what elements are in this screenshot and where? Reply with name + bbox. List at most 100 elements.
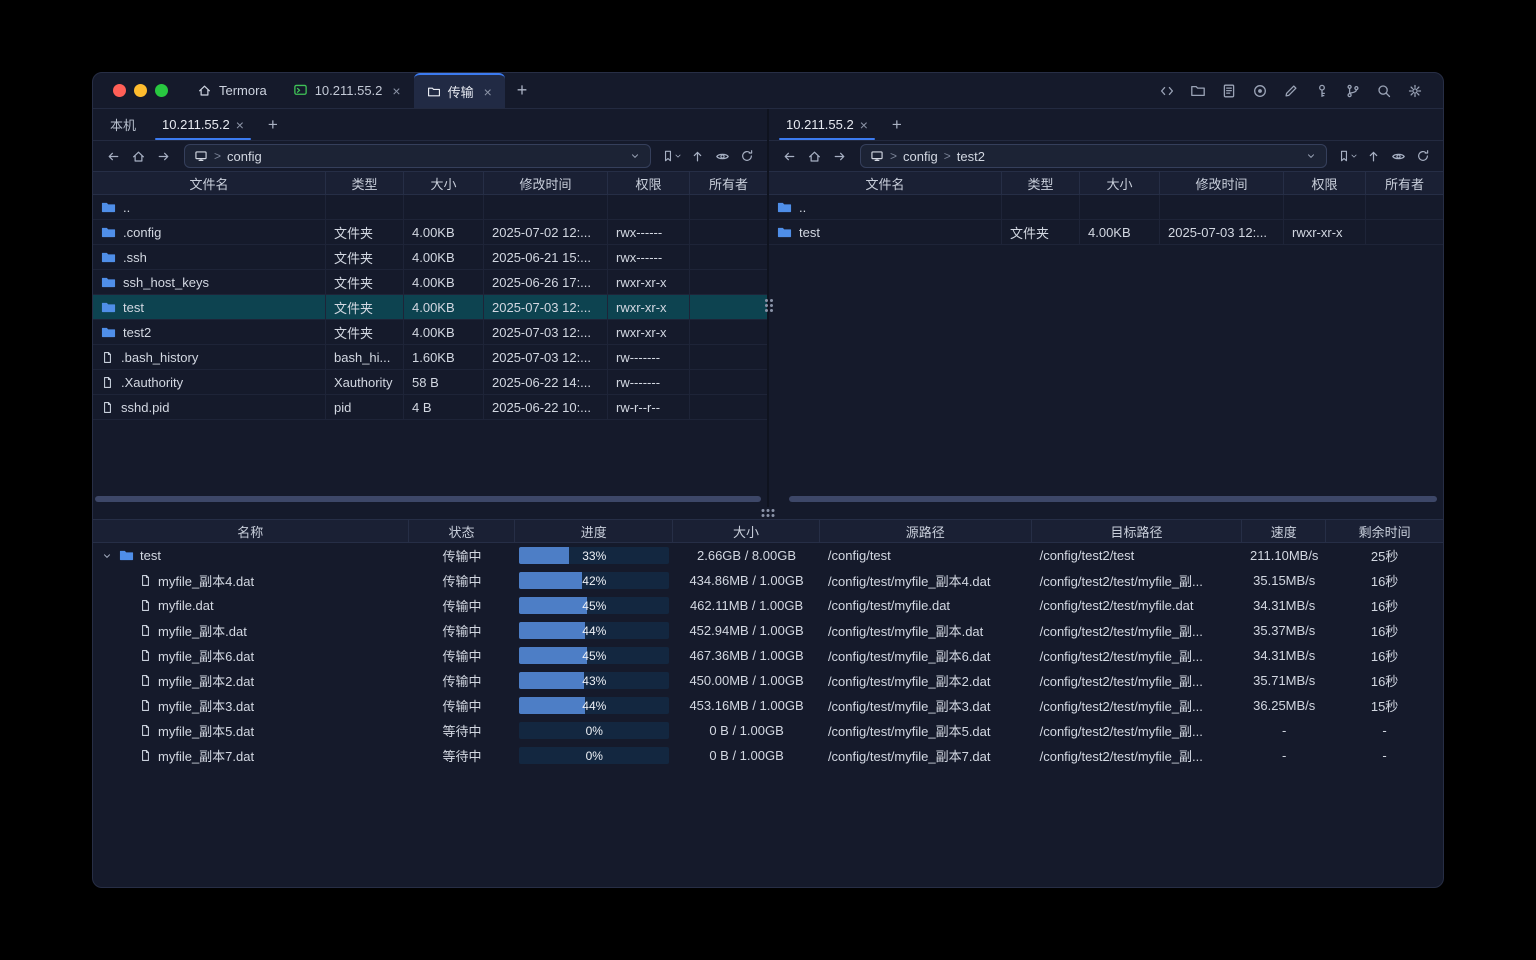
path-bar[interactable]: >config>test2 [860, 144, 1327, 168]
zoom-window-button[interactable] [155, 84, 168, 97]
file-row[interactable]: .. [769, 195, 1443, 220]
tab-termora[interactable]: Termora [184, 73, 280, 108]
chevron-down-icon[interactable] [1305, 150, 1317, 162]
close-icon[interactable]: × [484, 85, 492, 99]
splitter-grip-icon[interactable] [764, 299, 774, 312]
transfer-row[interactable]: myfile_副本2.dat传输中43%450.00MB / 1.00GB/co… [93, 668, 1443, 693]
file-row[interactable]: test2文件夹4.00KB2025-07-03 12:...rwxr-xr-x [93, 320, 767, 345]
file-icon [139, 574, 152, 587]
column-header[interactable]: 修改时间 [484, 172, 608, 194]
path-bar[interactable]: >config [184, 144, 651, 168]
path-segment[interactable]: config [903, 149, 938, 164]
column-header[interactable]: 状态 [409, 520, 516, 542]
column-header[interactable]: 大小 [1080, 172, 1160, 194]
file-row[interactable]: test文件夹4.00KB2025-07-03 12:...rwxr-xr-x [769, 220, 1443, 245]
transfer-row[interactable]: myfile_副本6.dat传输中45%467.36MB / 1.00GB/co… [93, 643, 1443, 668]
panel-tab[interactable]: 本机 [97, 109, 149, 140]
splitter-grip-icon[interactable] [762, 509, 775, 517]
target-path: /config/test2/test/myfile_副... [1032, 618, 1243, 643]
close-icon[interactable]: × [860, 117, 868, 133]
column-header[interactable]: 权限 [1284, 172, 1366, 194]
show-hidden-button[interactable] [1386, 144, 1410, 168]
file-row[interactable]: .XauthorityXauthority58 B2025-06-22 14:.… [93, 370, 767, 395]
file-row[interactable]: test文件夹4.00KB2025-07-03 12:...rwxr-xr-x [93, 295, 767, 320]
settings-button[interactable] [1403, 79, 1427, 103]
file-row[interactable]: .. [93, 195, 767, 220]
transfer-row[interactable]: myfile.dat传输中45%462.11MB / 1.00GB/config… [93, 593, 1443, 618]
code-button[interactable] [1155, 79, 1179, 103]
column-header[interactable]: 剩余时间 [1326, 520, 1443, 542]
edit-button[interactable] [1279, 79, 1303, 103]
bookmark-button[interactable] [1336, 144, 1360, 168]
refresh-button[interactable] [1411, 144, 1435, 168]
column-header[interactable]: 文件名 [93, 172, 326, 194]
record-button[interactable] [1248, 79, 1272, 103]
transfer-row[interactable]: myfile_副本.dat传输中44%452.94MB / 1.00GB/con… [93, 618, 1443, 643]
column-header[interactable]: 权限 [608, 172, 690, 194]
column-header[interactable]: 类型 [326, 172, 404, 194]
branch-button[interactable] [1341, 79, 1365, 103]
file-row[interactable]: sshd.pidpid4 B2025-06-22 10:...rw-r--r-- [93, 395, 767, 420]
file-row[interactable]: ssh_host_keys文件夹4.00KB2025-06-26 17:...r… [93, 270, 767, 295]
column-header[interactable]: 名称 [93, 520, 409, 542]
column-header[interactable]: 进度 [515, 520, 673, 542]
progress-label: 44% [519, 697, 669, 714]
folder-icon [101, 225, 116, 240]
tab-transfer[interactable]: 传输× [414, 73, 505, 108]
column-header[interactable]: 大小 [673, 520, 820, 542]
show-hidden-button[interactable] [710, 144, 734, 168]
back-button[interactable] [777, 144, 801, 168]
path-separator: > [890, 149, 897, 163]
close-icon[interactable]: × [392, 84, 400, 98]
transfer-splitter[interactable] [93, 507, 1443, 519]
column-header[interactable]: 文件名 [769, 172, 1002, 194]
log-button[interactable] [1217, 79, 1241, 103]
file-row[interactable]: .ssh文件夹4.00KB2025-06-21 15:...rwx------ [93, 245, 767, 270]
column-header[interactable]: 大小 [404, 172, 484, 194]
parent-dir-button[interactable] [1361, 144, 1385, 168]
transfer-row[interactable]: myfile_副本5.dat等待中0%0 B / 1.00GB/config/t… [93, 718, 1443, 743]
bookmark-button[interactable] [660, 144, 684, 168]
new-panel-tab-button[interactable]: + [257, 109, 289, 140]
panel-tab[interactable]: 10.211.55.2× [773, 109, 881, 140]
transfer-row[interactable]: myfile_副本4.dat传输中42%434.86MB / 1.00GB/co… [93, 568, 1443, 593]
panel-tab[interactable]: 10.211.55.2× [149, 109, 257, 140]
horizontal-scrollbar[interactable] [95, 496, 761, 502]
path-segment[interactable]: config [227, 149, 262, 164]
home-button[interactable] [126, 144, 150, 168]
column-header[interactable]: 类型 [1002, 172, 1080, 194]
refresh-button[interactable] [735, 144, 759, 168]
new-tab-button[interactable]: + [505, 73, 540, 108]
column-header[interactable]: 源路径 [820, 520, 1032, 542]
file-row[interactable]: .bash_historybash_hi...1.60KB2025-07-03 … [93, 345, 767, 370]
forward-button[interactable] [151, 144, 175, 168]
horizontal-scrollbar[interactable] [789, 496, 1437, 502]
transfer-row[interactable]: myfile_副本3.dat传输中44%453.16MB / 1.00GB/co… [93, 693, 1443, 718]
home-button[interactable] [802, 144, 826, 168]
transfer-row[interactable]: myfile_副本7.dat等待中0%0 B / 1.00GB/config/t… [93, 743, 1443, 768]
key-button[interactable] [1310, 79, 1334, 103]
chevron-down-icon[interactable] [629, 150, 641, 162]
file-icon [101, 401, 114, 414]
path-segment[interactable]: test2 [957, 149, 985, 164]
column-header[interactable]: 修改时间 [1160, 172, 1284, 194]
column-header[interactable]: 所有者 [1366, 172, 1443, 194]
file-row[interactable]: .config文件夹4.00KB2025-07-02 12:...rwx----… [93, 220, 767, 245]
column-header[interactable]: 所有者 [690, 172, 767, 194]
minimize-window-button[interactable] [134, 84, 147, 97]
column-header[interactable]: 目标路径 [1032, 520, 1243, 542]
parent-dir-button[interactable] [685, 144, 709, 168]
new-panel-tab-button[interactable]: + [881, 109, 913, 140]
transfer-row[interactable]: test传输中33%2.66GB / 8.00GB/config/test/co… [93, 543, 1443, 568]
file-perms: rwxr-xr-x [608, 295, 690, 319]
collapse-icon[interactable] [101, 550, 113, 562]
back-button[interactable] [101, 144, 125, 168]
close-icon[interactable]: × [236, 117, 244, 133]
close-window-button[interactable] [113, 84, 126, 97]
search-button[interactable] [1372, 79, 1396, 103]
tab-ssh-session[interactable]: 10.211.55.2× [280, 73, 414, 108]
progress-bar: 33% [519, 547, 669, 564]
folder-button[interactable] [1186, 79, 1210, 103]
forward-button[interactable] [827, 144, 851, 168]
column-header[interactable]: 速度 [1242, 520, 1326, 542]
